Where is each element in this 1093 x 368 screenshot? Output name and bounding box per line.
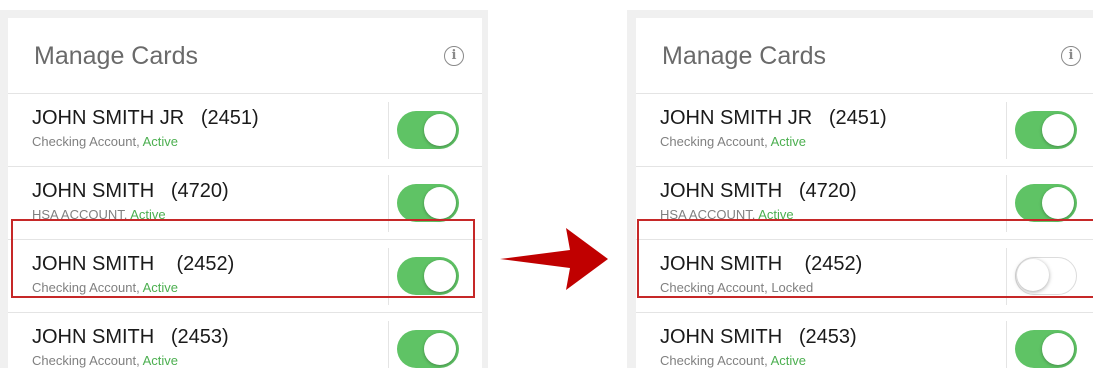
card-subtitle: HSA ACCOUNT, Active xyxy=(660,207,794,222)
card-subtitle: HSA ACCOUNT, Active xyxy=(32,207,166,222)
card-subtitle: Checking Account, Active xyxy=(660,134,806,149)
divider xyxy=(388,102,389,159)
manage-cards-panel-after: Manage Cards i JOHN SMITH JR (2451) Chec… xyxy=(627,10,1093,368)
card-type: Checking Account, xyxy=(660,280,768,295)
card-row-2452: JOHN SMITH (2452) Checking Account, Acti… xyxy=(8,240,482,313)
card-row-4720: JOHN SMITH (4720) HSA ACCOUNT, Active xyxy=(636,167,1093,240)
card-status: Active xyxy=(758,207,794,222)
toggle-knob xyxy=(1042,333,1074,365)
card-type: Checking Account, xyxy=(32,280,140,295)
card-row-2451: JOHN SMITH JR (2451) Checking Account, A… xyxy=(636,94,1093,167)
card-row-4720: JOHN SMITH (4720) HSA ACCOUNT, Active xyxy=(8,167,482,240)
toggle-knob xyxy=(1042,114,1074,146)
card-lock-toggle[interactable] xyxy=(397,111,459,149)
toggle-knob xyxy=(1042,187,1074,219)
card-subtitle: Checking Account, Active xyxy=(32,280,178,295)
card-lock-toggle[interactable] xyxy=(1015,111,1077,149)
card-row-2451: JOHN SMITH JR (2451) Checking Account, A… xyxy=(8,94,482,167)
card-name: JOHN SMITH (4720) xyxy=(32,180,229,202)
manage-cards-panel-before: Manage Cards i JOHN SMITH JR (2451) Chec… xyxy=(0,10,488,368)
card-lock-toggle[interactable] xyxy=(397,257,459,295)
card-row-2453: JOHN SMITH (2453) Checking Account, Acti… xyxy=(8,313,482,368)
card-status: Active xyxy=(142,134,178,149)
card-status: Locked xyxy=(771,280,814,295)
manage-cards-card: Manage Cards i JOHN SMITH JR (2451) Chec… xyxy=(636,18,1093,368)
card-name: JOHN SMITH JR (2451) xyxy=(32,107,259,129)
card-lock-toggle[interactable] xyxy=(397,330,459,368)
card-name: JOHN SMITH (2453) xyxy=(32,326,229,348)
card-status: Active xyxy=(770,134,806,149)
header: Manage Cards i xyxy=(636,18,1093,94)
card-lock-toggle[interactable] xyxy=(1015,257,1077,295)
toggle-knob xyxy=(1017,259,1049,291)
toggle-knob xyxy=(424,114,456,146)
card-subtitle: Checking Account, Active xyxy=(32,353,178,368)
card-type: HSA ACCOUNT, xyxy=(660,207,756,222)
card-name: JOHN SMITH JR (2451) xyxy=(660,107,887,129)
toggle-knob xyxy=(424,187,456,219)
divider xyxy=(1006,248,1007,305)
card-status: Active xyxy=(142,280,178,295)
divider xyxy=(1006,102,1007,159)
card-row-2453: JOHN SMITH (2453) Checking Account, Acti… xyxy=(636,313,1093,368)
card-type: Checking Account, xyxy=(660,353,768,368)
divider xyxy=(388,321,389,368)
card-subtitle: Checking Account, Active xyxy=(32,134,178,149)
manage-cards-card: Manage Cards i JOHN SMITH JR (2451) Chec… xyxy=(8,18,482,368)
card-lock-toggle[interactable] xyxy=(1015,330,1077,368)
card-lock-toggle[interactable] xyxy=(397,184,459,222)
card-lock-toggle[interactable] xyxy=(1015,184,1077,222)
divider xyxy=(388,175,389,232)
right-arrow-icon xyxy=(500,228,608,290)
card-row-2452: JOHN SMITH (2452) Checking Account, Lock… xyxy=(636,240,1093,313)
card-type: Checking Account, xyxy=(32,134,140,149)
divider xyxy=(1006,321,1007,368)
card-type: Checking Account, xyxy=(32,353,140,368)
card-name: JOHN SMITH (4720) xyxy=(660,180,857,202)
card-status: Active xyxy=(142,353,178,368)
info-icon[interactable]: i xyxy=(444,46,464,66)
page-title: Manage Cards xyxy=(662,42,826,70)
card-type: Checking Account, xyxy=(660,134,768,149)
header: Manage Cards i xyxy=(8,18,482,94)
divider xyxy=(388,248,389,305)
card-status: Active xyxy=(770,353,806,368)
page-title: Manage Cards xyxy=(34,42,198,70)
toggle-knob xyxy=(424,333,456,365)
info-icon[interactable]: i xyxy=(1061,46,1081,66)
divider xyxy=(1006,175,1007,232)
card-subtitle: Checking Account, Locked xyxy=(660,280,813,295)
card-subtitle: Checking Account, Active xyxy=(660,353,806,368)
card-name: JOHN SMITH (2452) xyxy=(660,253,863,275)
card-name: JOHN SMITH (2452) xyxy=(32,253,235,275)
card-status: Active xyxy=(130,207,166,222)
toggle-knob xyxy=(424,260,456,292)
card-name: JOHN SMITH (2453) xyxy=(660,326,857,348)
card-type: HSA ACCOUNT, xyxy=(32,207,128,222)
